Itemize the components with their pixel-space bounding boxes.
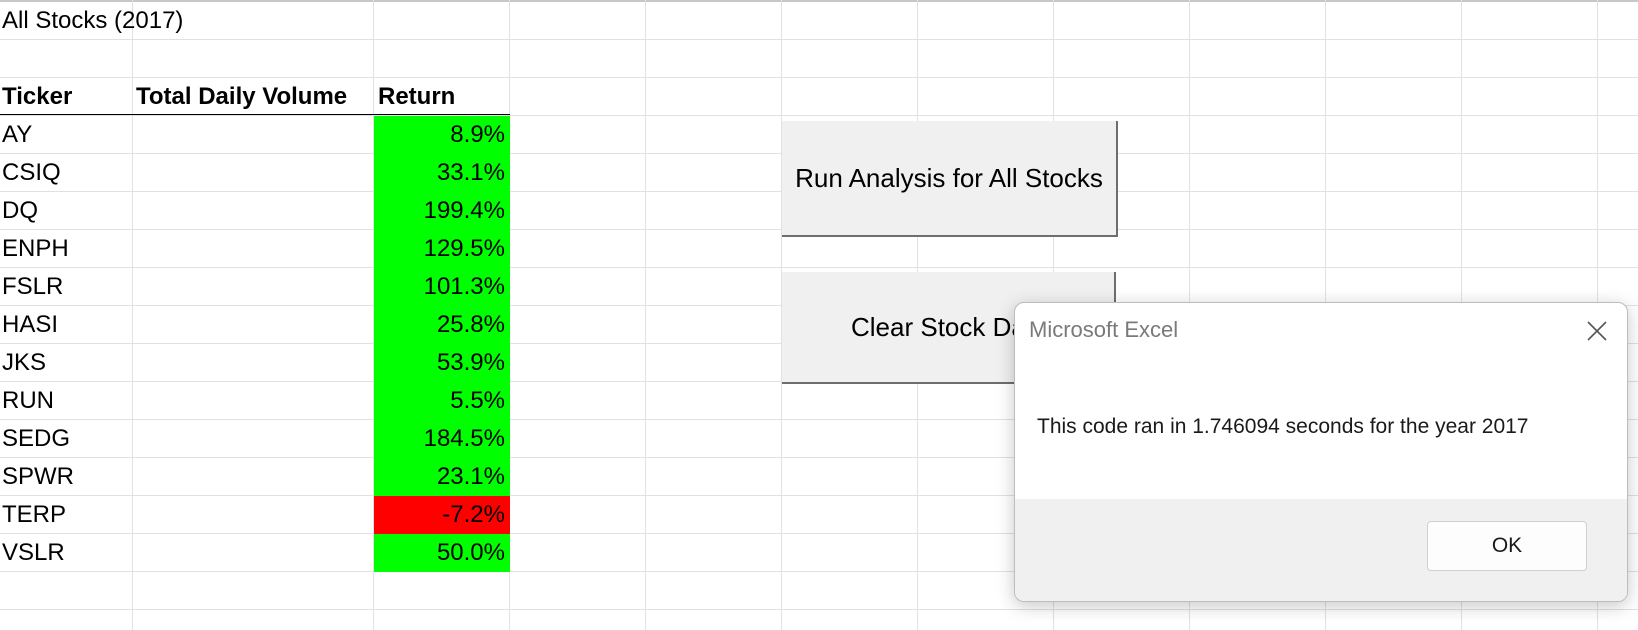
- dialog-footer: OK: [1015, 499, 1627, 601]
- return-cell[interactable]: 50.0%: [374, 534, 510, 572]
- dialog-title: Microsoft Excel: [1029, 317, 1179, 342]
- header-total-daily-volume[interactable]: Total Daily Volume: [136, 78, 347, 116]
- return-cell[interactable]: 199.4%: [374, 192, 510, 230]
- return-cell[interactable]: 23.1%: [374, 458, 510, 496]
- ticker-cell[interactable]: TERP: [2, 496, 66, 534]
- ticker-cell[interactable]: DQ: [2, 192, 38, 230]
- return-cell[interactable]: 101.3%: [374, 268, 510, 306]
- return-cell[interactable]: 8.9%: [374, 116, 510, 154]
- ticker-cell[interactable]: SPWR: [2, 458, 74, 496]
- close-icon-glyph: [1587, 321, 1607, 341]
- ticker-cell[interactable]: HASI: [2, 306, 58, 344]
- row-gridline: [0, 267, 1638, 268]
- return-cell[interactable]: 129.5%: [374, 230, 510, 268]
- return-cell[interactable]: -7.2%: [374, 496, 510, 534]
- return-cell[interactable]: 25.8%: [374, 306, 510, 344]
- column-gridline: [132, 0, 133, 630]
- row-gridline: [0, 609, 1638, 610]
- header-return[interactable]: Return: [378, 78, 455, 116]
- return-cell[interactable]: 184.5%: [374, 420, 510, 458]
- ticker-cell[interactable]: SEDG: [2, 420, 70, 458]
- header-bottom-border: [0, 114, 510, 115]
- ok-button[interactable]: OK: [1427, 521, 1587, 571]
- ticker-cell[interactable]: RUN: [2, 382, 54, 420]
- return-cell[interactable]: 53.9%: [374, 344, 510, 382]
- ticker-cell[interactable]: CSIQ: [2, 154, 61, 192]
- return-cell[interactable]: 5.5%: [374, 382, 510, 420]
- close-icon[interactable]: [1583, 317, 1611, 345]
- return-cell[interactable]: 33.1%: [374, 154, 510, 192]
- ticker-cell[interactable]: VSLR: [2, 534, 65, 572]
- sheet-title[interactable]: All Stocks (2017): [2, 2, 183, 40]
- message-dialog: Microsoft Excel This code ran in 1.74609…: [1014, 302, 1628, 602]
- ticker-cell[interactable]: JKS: [2, 344, 46, 382]
- row-gridline: [0, 39, 1638, 40]
- ticker-cell[interactable]: AY: [2, 116, 32, 154]
- dialog-message: This code ran in 1.746094 seconds for th…: [1037, 415, 1529, 438]
- column-gridline: [645, 0, 646, 630]
- header-ticker[interactable]: Ticker: [2, 78, 72, 116]
- run-analysis-button[interactable]: Run Analysis for All Stocks: [782, 121, 1118, 237]
- ticker-cell[interactable]: FSLR: [2, 268, 63, 306]
- sheet-top-border: [0, 0, 1638, 2]
- ticker-cell[interactable]: ENPH: [2, 230, 69, 268]
